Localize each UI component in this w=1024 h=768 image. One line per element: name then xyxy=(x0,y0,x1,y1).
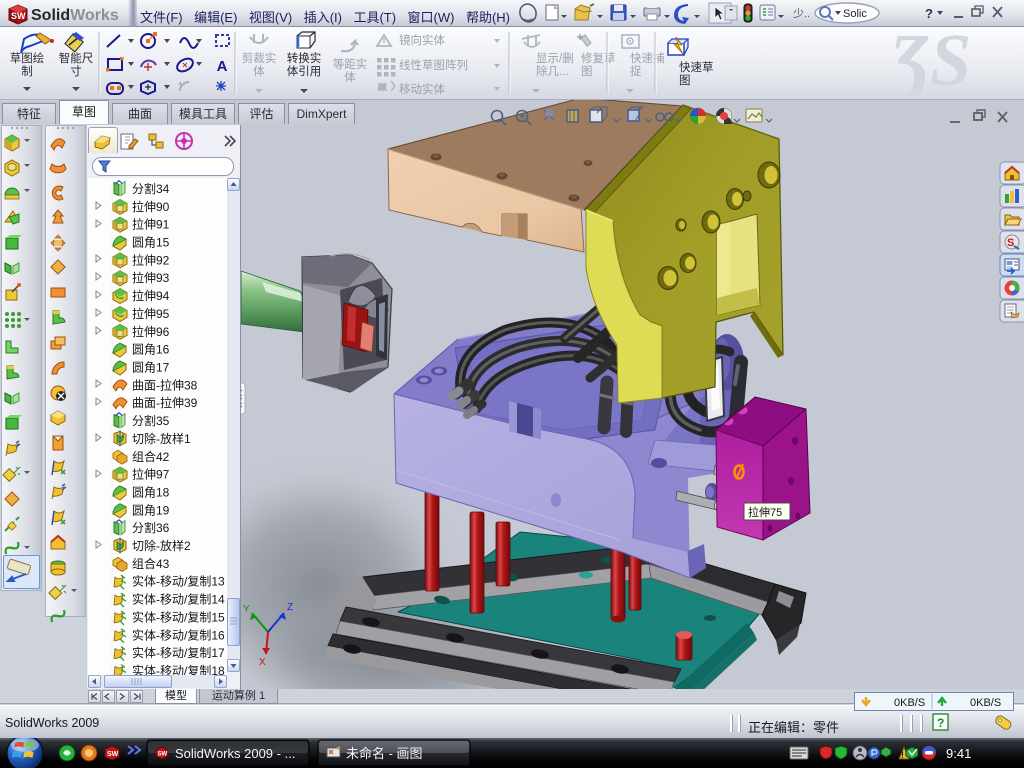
svg-text:?: ? xyxy=(937,716,944,730)
svg-text:捉: 捉 xyxy=(630,64,642,78)
svg-text:组合42: 组合42 xyxy=(132,449,170,464)
svg-text:切除-放样1: 切除-放样1 xyxy=(132,431,191,446)
svg-text:分割35: 分割35 xyxy=(132,413,170,428)
svg-text:实体-移动/复制18: 实体-移动/复制18 xyxy=(132,663,225,675)
svg-text:圆角18: 圆角18 xyxy=(132,486,170,500)
svg-text:组合43: 组合43 xyxy=(132,556,170,571)
svg-text:圆角19: 圆角19 xyxy=(132,503,170,517)
svg-text:圆角15: 圆角15 xyxy=(132,236,170,250)
svg-text:S: S xyxy=(1007,237,1014,249)
svg-text:A: A xyxy=(217,58,228,75)
svg-text:拉伸91: 拉伸91 xyxy=(132,217,170,232)
svg-text:除几...: 除几... xyxy=(536,64,569,78)
svg-text:SolidWorks 2009 - ...: SolidWorks 2009 - ... xyxy=(175,746,295,761)
svg-text:图: 图 xyxy=(679,74,691,87)
svg-text:转换实: 转换实 xyxy=(287,51,322,65)
svg-text:实体-移动/复制14: 实体-移动/复制14 xyxy=(132,592,225,607)
svg-text:拉伸75: 拉伸75 xyxy=(748,505,782,519)
svg-text:9:41: 9:41 xyxy=(946,746,971,761)
svg-text:体: 体 xyxy=(253,64,265,78)
svg-text:体: 体 xyxy=(344,70,356,84)
svg-text:SW: SW xyxy=(158,752,168,758)
svg-text:寸: 寸 xyxy=(70,64,82,78)
svg-text:切除-放样2: 切除-放样2 xyxy=(132,538,191,553)
svg-text:SolidWorks: SolidWorks xyxy=(31,7,119,24)
svg-text:显示/删: 显示/删 xyxy=(536,52,574,65)
svg-text:等距实: 等距实 xyxy=(333,57,368,71)
svg-text:修复草: 修复草 xyxy=(581,51,616,65)
svg-text:Z: Z xyxy=(287,602,293,613)
svg-text:体引用: 体引用 xyxy=(287,64,322,78)
svg-text:拉伸90: 拉伸90 xyxy=(132,199,170,214)
svg-text:实体-移动/复制16: 实体-移动/复制16 xyxy=(132,627,225,642)
svg-text:分割36: 分割36 xyxy=(132,520,170,535)
svg-text:快速草: 快速草 xyxy=(679,61,714,74)
svg-text:曲面-拉伸38: 曲面-拉伸38 xyxy=(132,377,198,392)
svg-text:制: 制 xyxy=(21,65,33,78)
svg-text:实体-移动/复制13: 实体-移动/复制13 xyxy=(132,574,225,589)
svg-text:?: ? xyxy=(925,6,933,21)
svg-text:Y: Y xyxy=(243,604,250,615)
svg-text:拉伸95: 拉伸95 xyxy=(132,306,170,321)
svg-text:少..: 少.. xyxy=(793,7,810,20)
svg-text:拉伸96: 拉伸96 xyxy=(132,324,170,339)
svg-text:线性草图阵列: 线性草图阵列 xyxy=(399,58,468,72)
svg-text:圆角17: 圆角17 xyxy=(132,361,170,375)
svg-text:图: 图 xyxy=(581,65,593,78)
svg-text:实体-移动/复制15: 实体-移动/复制15 xyxy=(132,609,225,624)
svg-text:拉伸92: 拉伸92 xyxy=(132,252,170,267)
svg-text:SW: SW xyxy=(11,11,26,21)
svg-text:X: X xyxy=(259,657,266,668)
svg-text:0KB/S: 0KB/S xyxy=(894,697,925,709)
svg-text:拉伸97: 拉伸97 xyxy=(132,467,170,482)
svg-text:!: ! xyxy=(901,750,904,760)
svg-text:拉伸94: 拉伸94 xyxy=(132,288,170,303)
svg-text:智能尺: 智能尺 xyxy=(59,51,94,65)
svg-text:曲面-拉伸39: 曲面-拉伸39 xyxy=(132,395,198,410)
svg-text:拉伸93: 拉伸93 xyxy=(132,270,170,285)
svg-text:镜向实体: 镜向实体 xyxy=(399,33,445,47)
svg-text:快速捕: 快速捕 xyxy=(630,51,665,65)
svg-text:未命名 - 画图: 未命名 - 画图 xyxy=(346,746,423,761)
svg-text:0KB/S: 0KB/S xyxy=(970,697,1001,709)
svg-text:草图绘: 草图绘 xyxy=(10,51,45,65)
svg-text:Solic: Solic xyxy=(843,8,867,20)
svg-text:剪裁实: 剪裁实 xyxy=(242,51,277,65)
svg-text:实体-移动/复制17: 实体-移动/复制17 xyxy=(132,645,225,660)
svg-text:移动实体: 移动实体 xyxy=(399,82,445,96)
svg-text:SW: SW xyxy=(107,751,119,758)
svg-text:圆角16: 圆角16 xyxy=(132,343,170,357)
svg-text:分割34: 分割34 xyxy=(132,181,170,196)
